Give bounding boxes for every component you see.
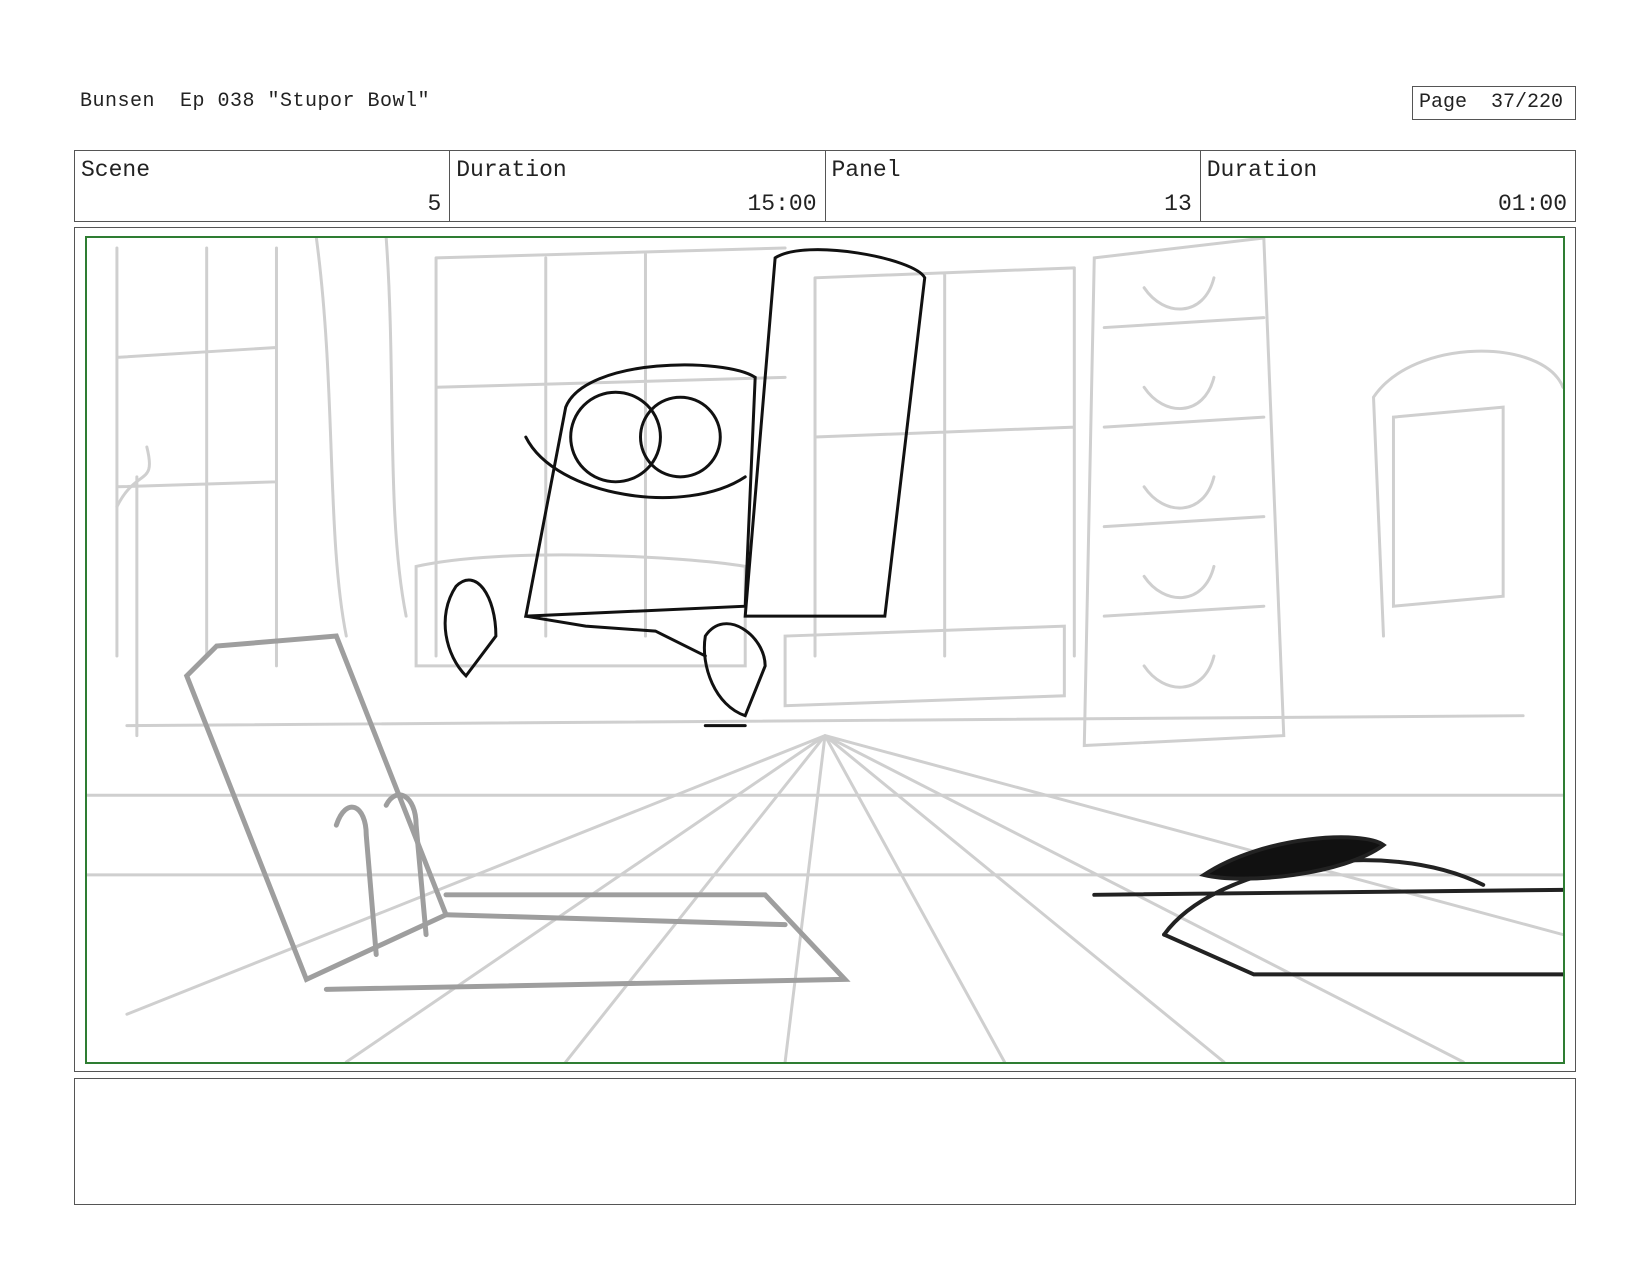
panel-label: Panel — [831, 157, 901, 183]
episode-title: Bunsen Ep 038 "Stupor Bowl" — [80, 90, 431, 113]
page-indicator: Page 37/220 — [1412, 86, 1576, 120]
scene-cell: Scene 5 — [75, 151, 451, 221]
panel-info-row: Scene 5 Duration 15:00 Panel 13 Duration… — [74, 150, 1576, 222]
storyboard-panel — [74, 227, 1576, 1072]
scene-value: 5 — [427, 191, 442, 217]
panel-duration-label: Duration — [1206, 157, 1318, 183]
scene-label: Scene — [81, 157, 151, 183]
panel-duration-cell: Duration 01:00 — [1201, 151, 1575, 221]
scene-duration-label: Duration — [456, 157, 567, 183]
panel-duration-value: 01:00 — [1497, 191, 1567, 217]
scene-duration-value: 15:00 — [747, 191, 817, 217]
panel-value: 13 — [1164, 191, 1192, 217]
storyboard-sketch — [87, 238, 1563, 1062]
notes-box — [74, 1078, 1576, 1205]
panel-cell: Panel 13 — [826, 151, 1201, 221]
safe-area-frame — [85, 236, 1565, 1064]
scene-duration-cell: Duration 15:00 — [450, 151, 826, 221]
